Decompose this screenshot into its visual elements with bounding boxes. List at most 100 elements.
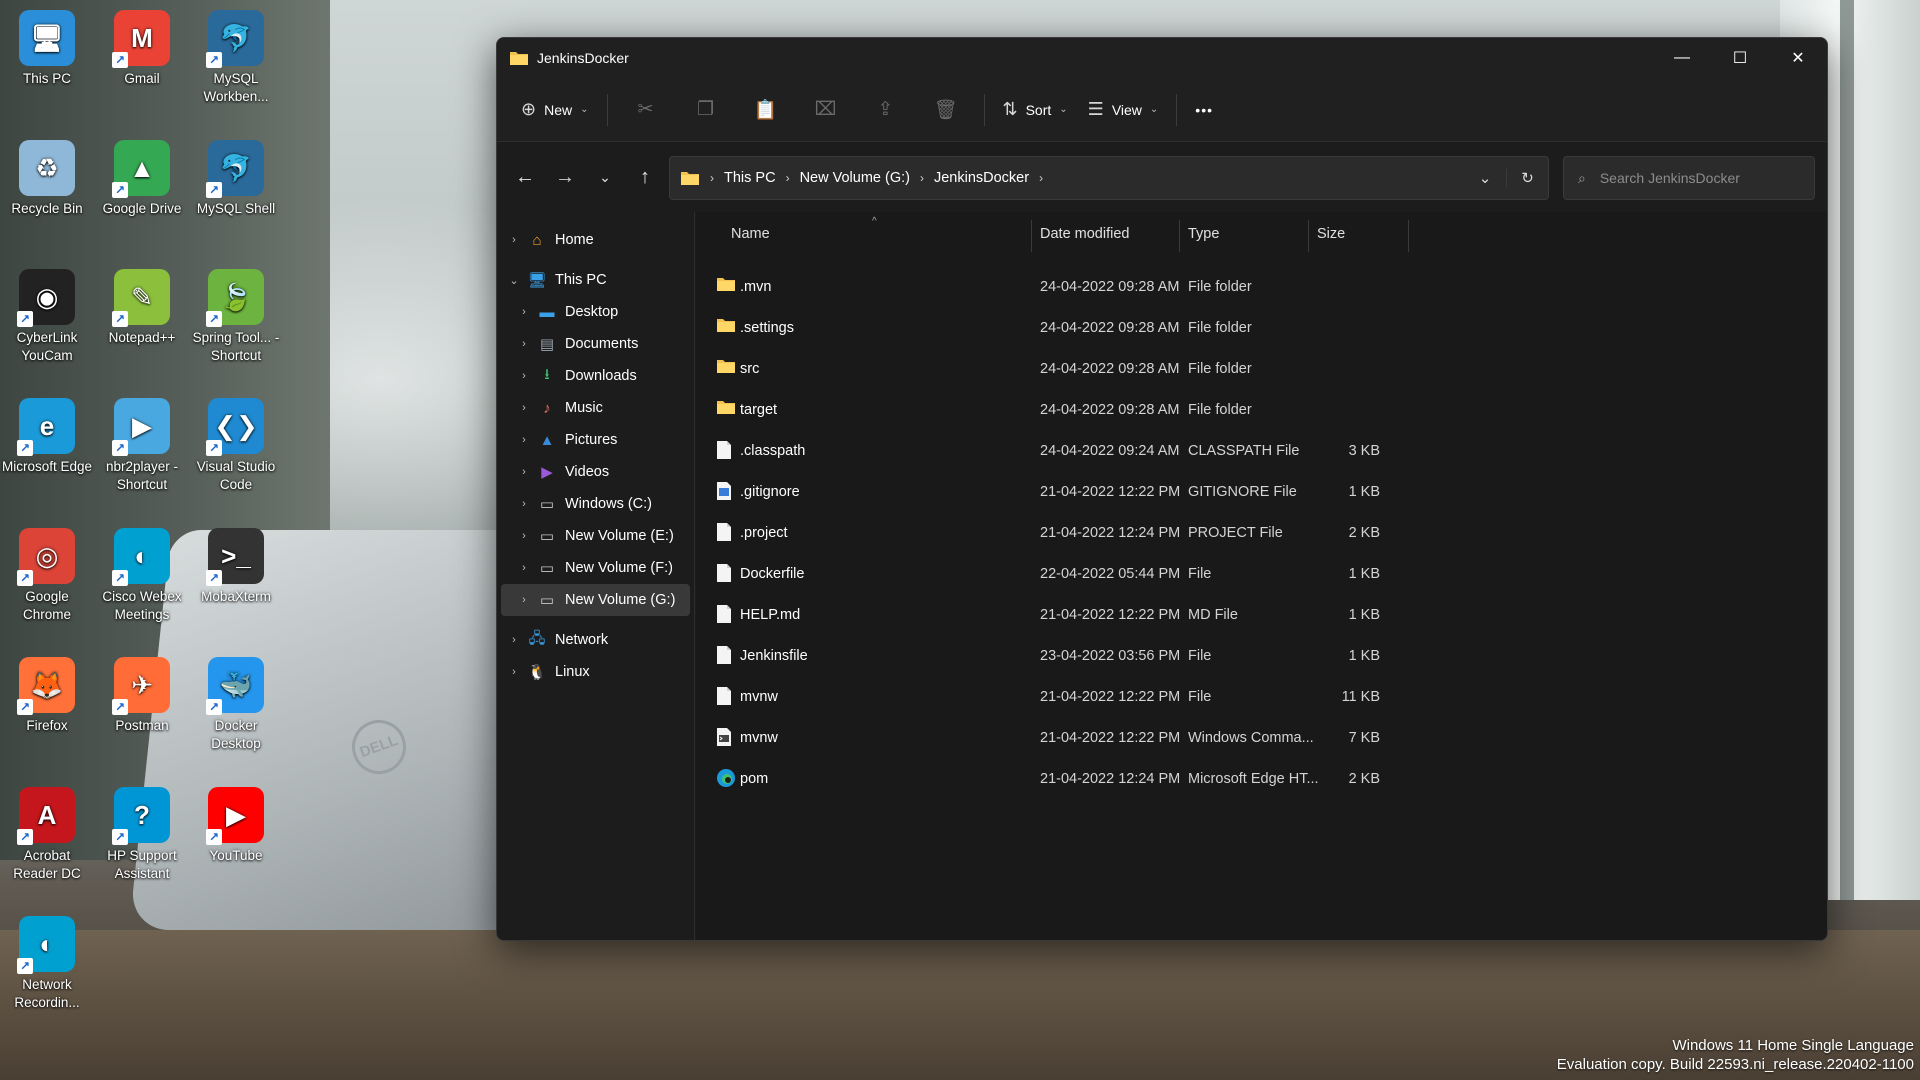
back-arrow-icon[interactable]: ← <box>505 159 545 195</box>
minimize-button[interactable]: — <box>1653 38 1711 78</box>
table-row[interactable]: .classpath 24-04-2022 09:24 AM CLASSPATH F… <box>712 432 1472 472</box>
desktop-shortcut[interactable]: 🍃 ↗ Spring Tool... - Shortcut <box>190 269 282 365</box>
nav-item-pictures[interactable]: › ▲ Pictures <box>501 424 690 456</box>
cut-icon[interactable]: ✂ <box>616 90 676 130</box>
chevron-right-icon[interactable]: › <box>517 370 531 382</box>
search-box[interactable]: ⌕ Search JenkinsDocker <box>1563 156 1815 200</box>
desktop-shortcut[interactable]: ❮❯ ↗ Visual Studio Code <box>190 398 282 494</box>
desktop-shortcut[interactable]: 🐬 ↗ MySQL Shell <box>190 140 282 218</box>
column-divider[interactable] <box>1179 220 1180 252</box>
column-divider[interactable] <box>1031 220 1032 252</box>
table-row[interactable]: mvnw 21-04-2022 12:22 PM File 11 KB <box>712 678 1472 718</box>
nav-item-network[interactable]: › 🖧 Network <box>501 624 690 656</box>
nav-item-linux[interactable]: › 🐧 Linux <box>501 656 690 688</box>
share-icon[interactable]: ⇪ <box>856 90 916 130</box>
table-row[interactable]: .mvn 24-04-2022 09:28 AM File folder <box>712 268 1472 308</box>
chevron-right-icon[interactable]: › <box>517 530 531 542</box>
chevron-right-icon[interactable]: › <box>507 234 521 246</box>
more-options-button[interactable]: ••• <box>1185 90 1223 130</box>
nav-item-windows-c[interactable]: › ▭ Windows (C:) <box>501 488 690 520</box>
nav-item-new-volume-g[interactable]: › ▭ New Volume (G:) <box>501 584 690 616</box>
copy-icon[interactable]: ❐ <box>676 90 736 130</box>
desktop-shortcut[interactable]: A ↗ Acrobat Reader DC <box>1 787 93 883</box>
chevron-right-icon[interactable]: › <box>517 466 531 478</box>
table-row[interactable]: target 24-04-2022 09:28 AM File folder <box>712 391 1472 431</box>
desktop-shortcut[interactable]: ▶ ↗ YouTube <box>190 787 282 865</box>
column-date-header[interactable]: Date modified <box>1040 226 1129 242</box>
desktop-shortcut[interactable]: ◐ ↗ Cisco Webex Meetings <box>96 528 188 624</box>
table-row[interactable]: Jenkinsfile 23-04-2022 03:56 PM File 1 KB <box>712 637 1472 677</box>
maximize-button[interactable]: ☐ <box>1711 38 1769 78</box>
chevron-right-icon[interactable]: › <box>517 402 531 414</box>
paste-icon[interactable]: 📋 <box>736 90 796 130</box>
nav-item-music[interactable]: › ♪ Music <box>501 392 690 424</box>
address-bar[interactable]: › This PC › New Volume (G:) › JenkinsDoc… <box>669 156 1549 200</box>
new-button[interactable]: ⊕ New ⌄ <box>511 90 599 130</box>
breadcrumb-chevron-icon[interactable]: › <box>710 171 714 185</box>
desktop-shortcut[interactable]: e ↗ Microsoft Edge <box>1 398 93 476</box>
nav-item-this-pc[interactable]: ⌄ 🖥 This PC <box>501 264 690 296</box>
table-row[interactable]: .gitignore 21-04-2022 12:22 PM GITIGNORE F… <box>712 473 1472 513</box>
chevron-right-icon[interactable]: › <box>507 666 521 678</box>
chevron-down-icon[interactable]: ⌄ <box>507 274 521 287</box>
chevron-right-icon[interactable]: › <box>507 634 521 646</box>
desktop-shortcut[interactable]: 🐳 ↗ Docker Desktop <box>190 657 282 753</box>
up-arrow-icon[interactable]: ↑ <box>625 159 665 195</box>
table-row[interactable]: pom 21-04-2022 12:24 PM Microsoft Edge HT.… <box>712 760 1472 800</box>
breadcrumb-this-pc[interactable]: This PC <box>724 170 776 186</box>
column-divider[interactable] <box>1408 220 1409 252</box>
chevron-right-icon[interactable]: › <box>517 338 531 350</box>
desktop-shortcut[interactable]: ✎ ↗ Notepad++ <box>96 269 188 347</box>
desktop-shortcut[interactable]: >_ ↗ MobaXterm <box>190 528 282 606</box>
nav-item-documents[interactable]: › ▤ Documents <box>501 328 690 360</box>
nav-item-new-volume-e[interactable]: › ▭ New Volume (E:) <box>501 520 690 552</box>
breadcrumb-new-volume-g[interactable]: New Volume (G:) <box>800 170 910 186</box>
chevron-right-icon[interactable]: › <box>517 306 531 318</box>
desktop-shortcut[interactable]: ◎ ↗ Google Chrome <box>1 528 93 624</box>
rename-icon[interactable]: ⌧ <box>796 90 856 130</box>
desktop-shortcut[interactable]: ♻ Recycle Bin <box>1 140 93 218</box>
table-row[interactable]: .project 21-04-2022 12:24 PM PROJECT File 2… <box>712 514 1472 554</box>
title-bar[interactable]: JenkinsDocker — ☐ ✕ <box>497 38 1827 78</box>
view-button[interactable]: ☰ View ⌄ <box>1078 90 1169 130</box>
table-row[interactable]: mvnw 21-04-2022 12:22 PM Windows Comma... 7… <box>712 719 1472 759</box>
desktop-shortcut[interactable]: 🦊 ↗ Firefox <box>1 657 93 735</box>
desktop-shortcut[interactable]: ◐ ↗ Network Recordin... <box>1 916 93 1012</box>
desktop-shortcut[interactable]: ✈ ↗ Postman <box>96 657 188 735</box>
close-button[interactable]: ✕ <box>1769 38 1827 78</box>
nav-item-videos[interactable]: › ▶ Videos <box>501 456 690 488</box>
table-row[interactable]: src 24-04-2022 09:28 AM File folder <box>712 350 1472 390</box>
desktop-shortcut[interactable]: 🖥 This PC <box>1 10 93 88</box>
desktop-shortcut[interactable]: ▲ ↗ Google Drive <box>96 140 188 218</box>
chevron-right-icon[interactable]: › <box>517 594 531 606</box>
table-row[interactable]: .settings 24-04-2022 09:28 AM File folder <box>712 309 1472 349</box>
refresh-icon[interactable]: ↻ <box>1506 169 1548 187</box>
address-history-chevron-icon[interactable]: ⌄ <box>1464 169 1506 187</box>
desktop-shortcut[interactable]: M ↗ Gmail <box>96 10 188 88</box>
chevron-right-icon[interactable]: › <box>517 498 531 510</box>
nav-item-downloads[interactable]: › ⭳ Downloads <box>501 360 690 392</box>
desktop-shortcut[interactable]: ? ↗ HP Support Assistant <box>96 787 188 883</box>
column-name-header[interactable]: Name <box>731 226 770 242</box>
table-row[interactable]: Dockerfile 22-04-2022 05:44 PM File 1 KB <box>712 555 1472 595</box>
table-row[interactable]: HELP.md 21-04-2022 12:22 PM MD File 1 KB <box>712 596 1472 636</box>
desktop-shortcut[interactable]: 🐬 ↗ MySQL Workben... <box>190 10 282 106</box>
breadcrumb-chevron-icon[interactable]: › <box>920 171 924 185</box>
recent-locations-chevron-icon[interactable]: ⌄ <box>585 159 625 195</box>
delete-icon[interactable]: 🗑 <box>916 90 976 130</box>
breadcrumb-chevron-icon[interactable]: › <box>786 171 790 185</box>
sort-button[interactable]: ⇅ Sort ⌄ <box>993 90 1078 130</box>
breadcrumb-jenkinsdocker[interactable]: JenkinsDocker <box>934 170 1029 186</box>
chevron-right-icon[interactable]: › <box>517 562 531 574</box>
nav-item-home[interactable]: › ⌂ Home <box>501 224 690 256</box>
desktop-shortcut[interactable]: ◉ ↗ CyberLink YouCam <box>1 269 93 365</box>
chevron-right-icon[interactable]: › <box>517 434 531 446</box>
column-type-header[interactable]: Type <box>1188 226 1219 242</box>
nav-item-desktop[interactable]: › ▬ Desktop <box>501 296 690 328</box>
desktop-shortcut[interactable]: ▶ ↗ nbr2player - Shortcut <box>96 398 188 494</box>
nav-item-new-volume-f[interactable]: › ▭ New Volume (F:) <box>501 552 690 584</box>
column-divider[interactable] <box>1308 220 1309 252</box>
column-size-header[interactable]: Size <box>1317 226 1345 242</box>
breadcrumb-chevron-icon[interactable]: › <box>1039 171 1043 185</box>
forward-arrow-icon[interactable]: → <box>545 159 585 195</box>
